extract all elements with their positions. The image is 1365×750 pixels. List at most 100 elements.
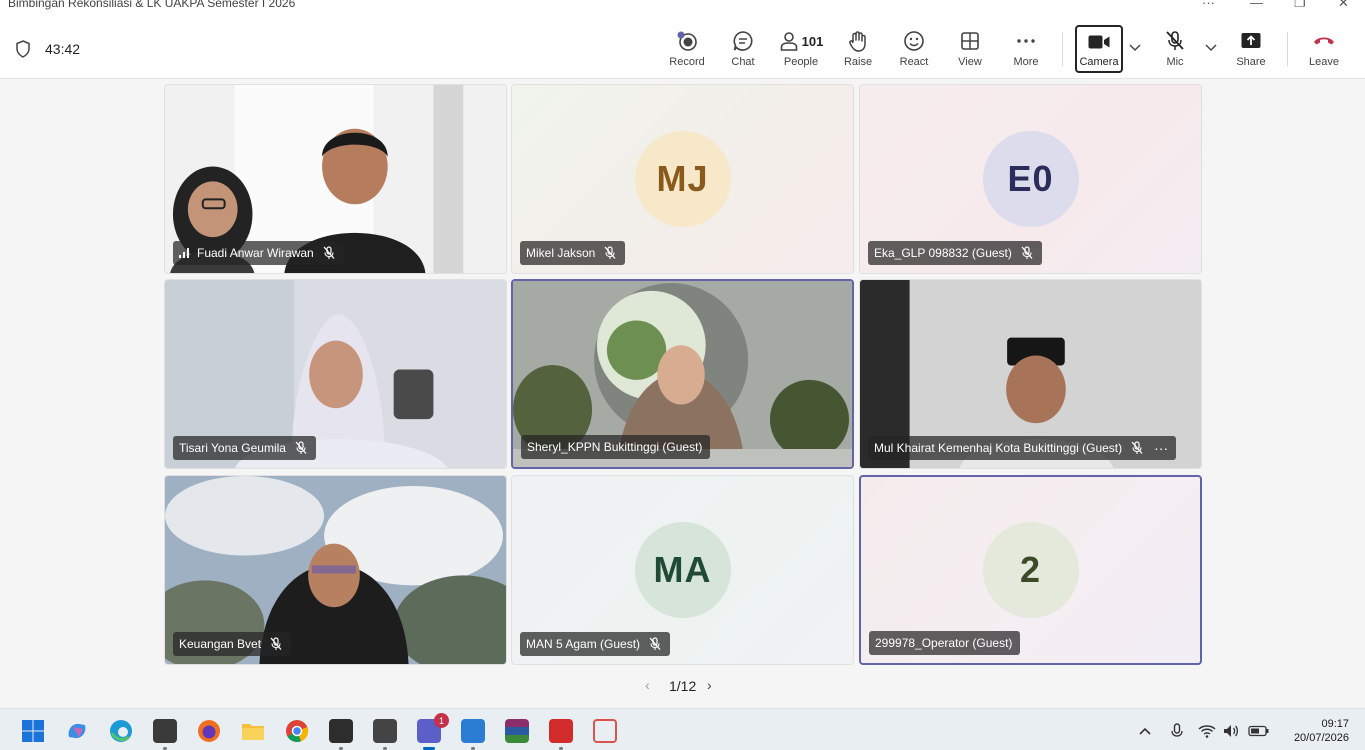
- window-titlebar: Bimbingan Rekonsiliasi & LK UAKPA Semest…: [0, 0, 1365, 18]
- people-button[interactable]: 101 People: [772, 24, 830, 72]
- page-indicator: 1/12: [669, 678, 697, 694]
- firefox-icon[interactable]: [197, 719, 221, 743]
- mic-options-chevron-down-icon[interactable]: [1204, 40, 1218, 54]
- participant-name-tag: Tisari Yona Geumila: [173, 436, 316, 460]
- microphone-tray-icon[interactable]: [1168, 723, 1186, 739]
- participant-name-tag: Mikel Jakson: [520, 241, 626, 265]
- participant-tile-active-speaker[interactable]: Sheryl_KPPN Bukittinggi (Guest): [511, 279, 854, 469]
- avatar: MJ: [634, 131, 731, 227]
- react-button[interactable]: React: [886, 24, 942, 72]
- os-taskbar: 1 09:17 20/07/2026: [0, 708, 1365, 750]
- battery-icon[interactable]: [1248, 723, 1270, 739]
- share-button[interactable]: Share: [1223, 24, 1279, 72]
- edge-browser-icon[interactable]: [109, 719, 133, 743]
- window-more-icon[interactable]: ···: [1202, 0, 1215, 10]
- teams-notification-badge: 1: [434, 713, 449, 728]
- participant-name: MAN 5 Agam (Guest): [526, 637, 641, 651]
- meeting-timer: 43:42: [45, 41, 81, 57]
- participant-tile-active-speaker[interactable]: 2 299978_Operator (Guest): [859, 475, 1202, 665]
- raise-hand-icon: [849, 31, 866, 52]
- mic-muted-icon: [270, 637, 282, 650]
- share-icon: [1241, 33, 1261, 48]
- participant-more-icon[interactable]: ···: [1154, 440, 1168, 456]
- grid-view-icon: [961, 32, 979, 50]
- people-icon: [780, 32, 797, 51]
- mic-muted-icon: [1021, 246, 1033, 259]
- mic-muted-icon: [323, 246, 335, 259]
- restore-icon[interactable]: ❐: [1294, 0, 1306, 11]
- record-button[interactable]: Record: [659, 24, 715, 72]
- winrar-icon[interactable]: [505, 719, 529, 743]
- hang-up-phone-icon: [1314, 37, 1334, 45]
- smiley-icon: [904, 31, 924, 51]
- teams-icon[interactable]: 1: [417, 713, 449, 750]
- wifi-icon[interactable]: [1198, 723, 1216, 739]
- volume-icon[interactable]: [1222, 723, 1240, 739]
- mic-muted-icon: [1131, 441, 1143, 454]
- camera-icon: [1088, 35, 1110, 49]
- participant-name-tag: Fuadi Anwar Wirawan: [173, 241, 344, 265]
- mic-muted-icon: [649, 637, 661, 650]
- participant-name-tag: MAN 5 Agam (Guest): [520, 632, 671, 656]
- participant-name: Eka_GLP 098832 (Guest): [874, 246, 1012, 260]
- participant-name-tag: Mul Khairat Kemenhaj Kota Bukittinggi (G…: [868, 436, 1177, 460]
- participant-name: Mul Khairat Kemenhaj Kota Bukittinggi (G…: [874, 441, 1123, 455]
- previous-page-chevron-left-icon[interactable]: ‹: [645, 677, 650, 693]
- clock-date: 20/07/2026: [1293, 732, 1349, 744]
- tray-chevron-up-icon[interactable]: [1136, 723, 1154, 739]
- meeting-toolbar: 43:42 Record Chat 101 People Raise React…: [0, 18, 1365, 79]
- photo-viewer-icon[interactable]: [373, 719, 397, 750]
- participant-tile[interactable]: Mul Khairat Kemenhaj Kota Bukittinggi (G…: [859, 279, 1202, 469]
- minimize-icon[interactable]: —: [1250, 0, 1263, 10]
- mic-off-icon: [1166, 31, 1184, 50]
- avatar: MA: [634, 522, 731, 618]
- participant-name-tag: Sheryl_KPPN Bukittinggi (Guest): [521, 435, 711, 459]
- view-button[interactable]: View: [942, 24, 998, 72]
- mic-muted-icon: [295, 441, 307, 454]
- more-button[interactable]: More: [998, 24, 1054, 72]
- camera-button[interactable]: Camera: [1075, 25, 1123, 73]
- participant-name: 299978_Operator (Guest): [875, 636, 1013, 650]
- participant-name: Mikel Jakson: [526, 246, 596, 260]
- windows-start-icon[interactable]: [21, 719, 45, 743]
- chat-app-icon[interactable]: [329, 719, 353, 750]
- participant-name: Keuangan Bvet: [179, 637, 262, 651]
- participant-name: Fuadi Anwar Wirawan: [197, 246, 314, 260]
- system-clock[interactable]: 09:17 20/07/2026: [1294, 717, 1349, 745]
- participant-tile[interactable]: MJ Mikel Jakson: [511, 84, 854, 274]
- participant-name-tag: 299978_Operator (Guest): [869, 631, 1021, 655]
- signal-strength-icon: [179, 248, 189, 258]
- photo-app-icon[interactable]: [153, 719, 177, 750]
- gallery-pager: ‹ 1/12 ›: [645, 677, 725, 697]
- toolbar-divider: [1287, 32, 1288, 66]
- raise-hand-button[interactable]: Raise: [830, 24, 886, 72]
- leave-button[interactable]: Leave: [1296, 24, 1352, 72]
- close-icon[interactable]: ✕: [1338, 0, 1349, 11]
- participant-tile[interactable]: E0 Eka_GLP 098832 (Guest): [859, 84, 1202, 274]
- shield-icon: [16, 40, 30, 58]
- participant-name-tag: Keuangan Bvet: [173, 632, 292, 656]
- next-page-chevron-right-icon[interactable]: ›: [707, 677, 712, 693]
- mic-button[interactable]: Mic: [1147, 24, 1203, 72]
- more-icon: [1017, 39, 1035, 43]
- file-explorer-icon[interactable]: [241, 719, 265, 743]
- window-title: Bimbingan Rekonsiliasi & LK UAKPA Semest…: [8, 0, 296, 10]
- participant-tile[interactable]: MA MAN 5 Agam (Guest): [511, 475, 854, 665]
- avatar: 2: [982, 522, 1079, 618]
- participant-tile[interactable]: Tisari Yona Geumila: [164, 279, 507, 469]
- chat-icon: [733, 31, 753, 51]
- participant-name: Sheryl_KPPN Bukittinggi (Guest): [527, 440, 703, 454]
- toolbar-divider: [1062, 32, 1063, 66]
- avatar: E0: [982, 131, 1079, 227]
- copilot-icon[interactable]: [65, 719, 89, 743]
- camera-options-chevron-down-icon[interactable]: [1128, 40, 1142, 54]
- word-icon[interactable]: [461, 719, 485, 750]
- pdf-reader-icon[interactable]: [549, 719, 573, 750]
- chrome-icon[interactable]: [285, 719, 309, 743]
- snipping-tool-icon[interactable]: [593, 719, 617, 743]
- participant-tile[interactable]: Fuadi Anwar Wirawan: [164, 84, 507, 274]
- participant-tile[interactable]: Keuangan Bvet: [164, 475, 507, 665]
- participant-name-tag: Eka_GLP 098832 (Guest): [868, 241, 1042, 265]
- chat-button[interactable]: Chat: [715, 24, 771, 72]
- people-count: 101: [801, 33, 824, 49]
